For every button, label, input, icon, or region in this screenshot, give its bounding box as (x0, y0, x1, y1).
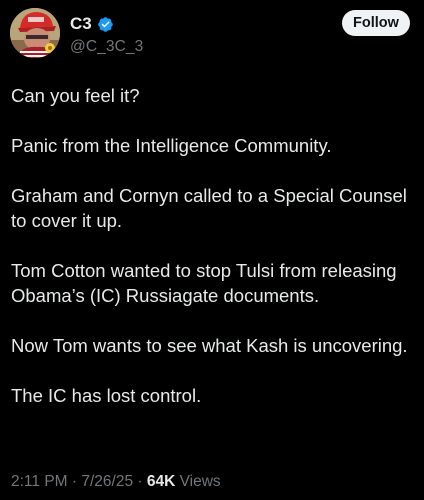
post-paragraph: Can you feel it? (11, 85, 140, 106)
avatar-image (10, 8, 60, 58)
display-name[interactable]: C3 (70, 14, 92, 34)
views-count[interactable]: 64K (147, 473, 175, 490)
follow-button[interactable]: Follow (342, 10, 410, 36)
meta-separator: · (133, 473, 147, 490)
verified-badge-icon (97, 16, 114, 33)
post-time[interactable]: 2:11 PM (11, 473, 68, 490)
post-paragraph: The IC has lost control. (11, 385, 202, 406)
post: C3 @C_3C_3 Follow Can you feel it? Panic… (0, 0, 424, 500)
post-paragraph: Graham and Cornyn called to a Special Co… (11, 185, 407, 231)
views-label: Views (175, 473, 221, 490)
avatar[interactable] (10, 8, 60, 58)
post-date[interactable]: 7/26/25 (81, 473, 133, 490)
post-paragraph: Panic from the Intelligence Community. (11, 135, 332, 156)
post-paragraph: Now Tom wants to see what Kash is uncove… (11, 335, 408, 356)
post-meta: 2:11 PM · 7/26/25 · 64K Views (11, 473, 221, 491)
meta-separator: · (67, 473, 82, 490)
post-text: Can you feel it? Panic from the Intellig… (11, 83, 416, 408)
handle[interactable]: @C_3C_3 (70, 38, 143, 56)
display-name-row: C3 (70, 13, 143, 35)
author-info: C3 @C_3C_3 (70, 13, 143, 56)
post-header: C3 @C_3C_3 Follow (10, 8, 410, 60)
post-paragraph: Tom Cotton wanted to stop Tulsi from rel… (11, 260, 397, 306)
